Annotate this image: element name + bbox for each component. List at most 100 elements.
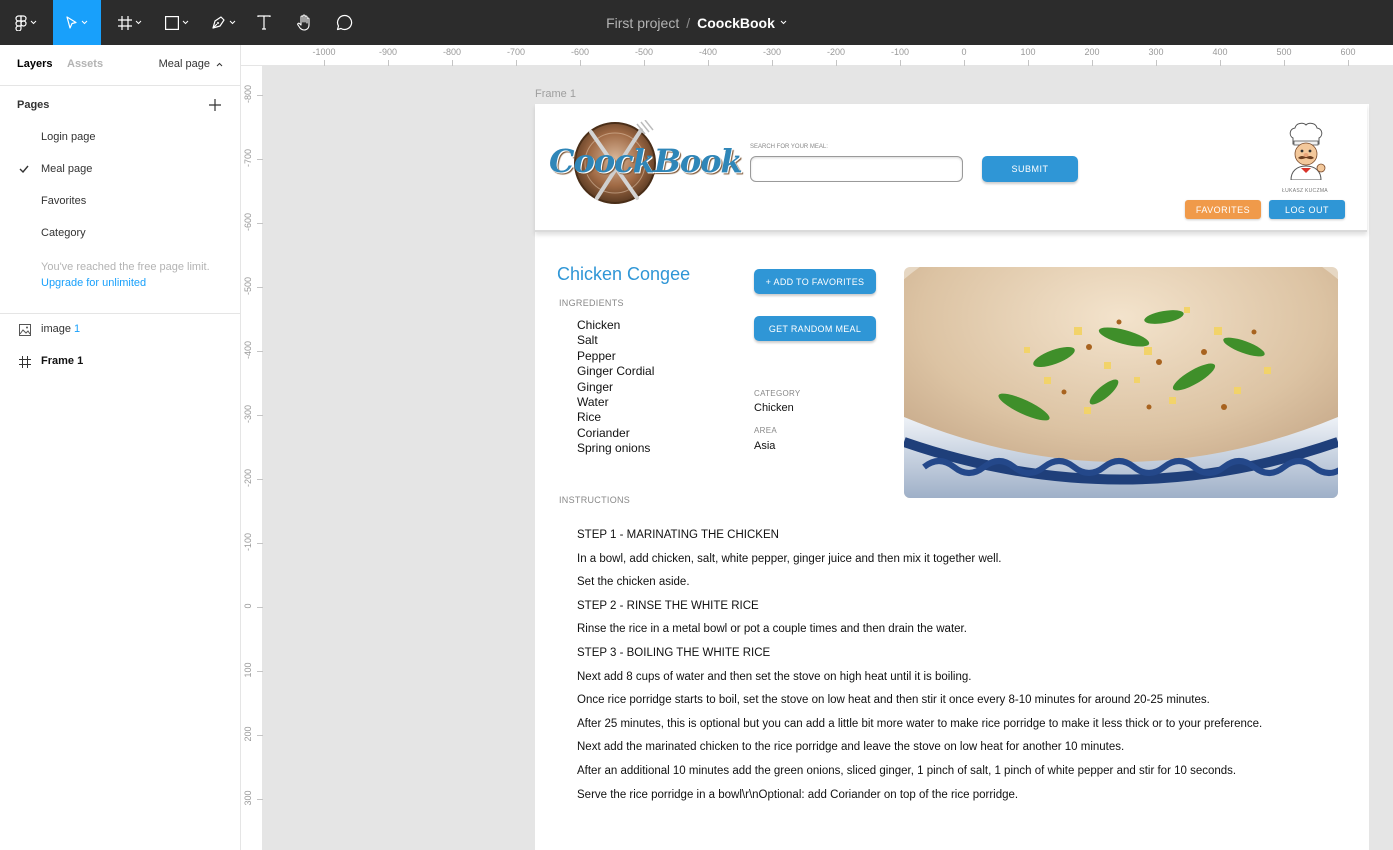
ruler-label: -500 (243, 277, 253, 296)
ingredient-item: Water (577, 395, 609, 410)
ruler-label: 200 (243, 726, 253, 742)
ruler-vertical[interactable]: -800 -700 -600 -500 -400 -300 -200 -100 0 100 200 3… (241, 66, 263, 850)
ingredient-item: Rice (577, 410, 602, 425)
layer-number: 1 (74, 323, 81, 335)
instruction-step: STEP 1 - MARINATING THE CHICKEN (577, 529, 779, 541)
ruler-label: -700 (506, 47, 525, 57)
instruction-step: Next add the marinated chicken to the ri… (577, 741, 1125, 754)
panel-tabs: Layers Assets Meal page (0, 45, 240, 86)
favorites-button[interactable]: FAVORITES (1185, 200, 1261, 219)
chef-avatar[interactable] (1283, 122, 1329, 180)
ruler-label: -700 (243, 149, 253, 168)
layer-item-frame[interactable]: Frame 1 (41, 355, 83, 367)
ruler-label: -800 (442, 47, 461, 57)
ruler-label: -800 (243, 85, 253, 104)
ruler-label: 0 (961, 47, 967, 57)
frame-1[interactable]: CoockBook SEARCH FOR YOUR MEAL: SUBMIT Ł… (535, 104, 1369, 850)
submit-button[interactable]: SUBMIT (982, 156, 1078, 182)
ruler-label: 400 (1212, 47, 1228, 57)
user-name: ŁUKASZ KUCZMA (1282, 188, 1328, 194)
ruler-label: 600 (1340, 47, 1356, 57)
meal-title: Chicken Congee (557, 264, 691, 284)
cookbook-logo: CoockBook (549, 119, 743, 206)
instruction-step: In a bowl, add chicken, salt, white pepp… (577, 552, 1002, 565)
instruction-step: After an additional 10 minutes add the g… (577, 764, 1237, 777)
instruction-step: Serve the rice porridge in a bowl\r\nOpt… (577, 788, 1019, 801)
search-input[interactable] (750, 156, 963, 182)
category-label: CATEGORY (754, 389, 801, 398)
file-name[interactable]: CoockBook (697, 15, 775, 31)
ruler-label: 100 (243, 662, 253, 678)
panel-divider (0, 313, 240, 314)
ruler-label: -400 (243, 341, 253, 360)
add-to-favorites-button[interactable]: + ADD TO FAVORITES (754, 269, 876, 294)
plus-icon[interactable] (208, 98, 222, 112)
ruler-label: 200 (1084, 47, 1100, 57)
page-limit-notice: You've reached the free page limit. Upgr… (41, 259, 231, 291)
upgrade-link[interactable]: Upgrade for unlimited (41, 275, 231, 291)
project-name[interactable]: First project (606, 15, 679, 31)
instructions-label: INSTRUCTIONS (559, 495, 631, 505)
ruler-label: -300 (762, 47, 781, 57)
instruction-step: STEP 2 - RINSE THE WHITE RICE (577, 599, 759, 612)
ruler-label: 100 (1020, 47, 1036, 57)
logo-text: CoockBook (549, 142, 743, 180)
pages-heading: Pages (17, 99, 50, 111)
ingredients-list: Chicken Salt Pepper Ginger Cordial Ginger Wat… (577, 318, 654, 457)
instructions-list: STEP 1 - MARINATING THE CHICKEN In a bowl… (577, 528, 1327, 811)
area-label: AREA (754, 426, 777, 435)
page-item-favorites[interactable]: Favorites (41, 195, 86, 207)
ingredient-item: Pepper (577, 348, 616, 363)
ruler-label: -900 (378, 47, 397, 57)
page-picker-label: Meal page (158, 58, 210, 70)
logout-button[interactable]: LOG OUT (1269, 200, 1345, 219)
ruler-label: -500 (634, 47, 653, 57)
instruction-step: After 25 minutes, this is optional but y… (577, 717, 1263, 730)
ruler-label: -100 (890, 47, 909, 57)
page-picker[interactable]: Meal page (159, 58, 223, 70)
search-label: SEARCH FOR YOUR MEAL: (750, 144, 828, 150)
meal-image[interactable] (904, 267, 1338, 498)
page-item-meal[interactable]: Meal page (41, 163, 92, 175)
area-value: Asia (754, 440, 776, 452)
ruler-label: 300 (243, 790, 253, 806)
ruler-horizontal[interactable]: -1000 -900 -800 -700 -600 -500 -400 -300 -200 -10… (241, 45, 1393, 66)
instruction-step: Next add 8 cups of water and then set th… (577, 670, 972, 683)
ruler-label: -200 (826, 47, 845, 57)
ingredient-item: Ginger Cordial (577, 364, 655, 379)
ruler-label: -300 (243, 405, 253, 424)
page-item-login[interactable]: Login page (41, 131, 95, 143)
layer-name: image (41, 323, 71, 335)
ruler-label: 300 (1148, 47, 1164, 57)
instruction-step: Once rice porridge starts to boil, set t… (577, 694, 1210, 707)
ruler-label: -200 (243, 469, 253, 488)
ruler-label: -600 (243, 213, 253, 232)
ruler-label: -1000 (312, 47, 336, 57)
checkmark-icon (19, 165, 29, 173)
ingredient-item: Chicken (577, 318, 621, 332)
ingredient-item: Coriander (577, 425, 630, 440)
category-value: Chicken (754, 402, 794, 414)
layer-item-image[interactable]: image 1 (41, 323, 80, 335)
chevron-down-icon[interactable] (780, 20, 787, 25)
chevron-up-icon (216, 62, 223, 66)
image-icon (19, 324, 31, 336)
canvas[interactable]: Frame 1 CoockBook SEARCH FOR YOUR MEAL: … (263, 66, 1393, 850)
tab-assets[interactable]: Assets (67, 58, 103, 70)
page-item-category[interactable]: Category (41, 227, 86, 239)
tab-layers[interactable]: Layers (17, 58, 52, 70)
page-limit-text: You've reached the free page limit. (41, 261, 210, 273)
ingredient-item: Ginger (577, 379, 614, 394)
file-title: First project / CoockBook (0, 0, 1393, 45)
ruler-label: -400 (698, 47, 717, 57)
instruction-step: Rinse the rice in a metal bowl or pot a … (577, 623, 967, 636)
frame-label[interactable]: Frame 1 (535, 88, 576, 100)
random-meal-button[interactable]: GET RANDOM MEAL (754, 316, 876, 341)
ingredient-item: Salt (577, 333, 598, 348)
instruction-step: STEP 3 - BOILING THE WHITE RICE (577, 646, 771, 659)
ruler-label: 0 (243, 603, 253, 609)
ingredients-label: INGREDIENTS (559, 298, 624, 308)
site-header: CoockBook SEARCH FOR YOUR MEAL: SUBMIT Ł… (535, 104, 1367, 232)
ingredient-item: Spring onions (577, 441, 651, 456)
ruler-label: -600 (570, 47, 589, 57)
